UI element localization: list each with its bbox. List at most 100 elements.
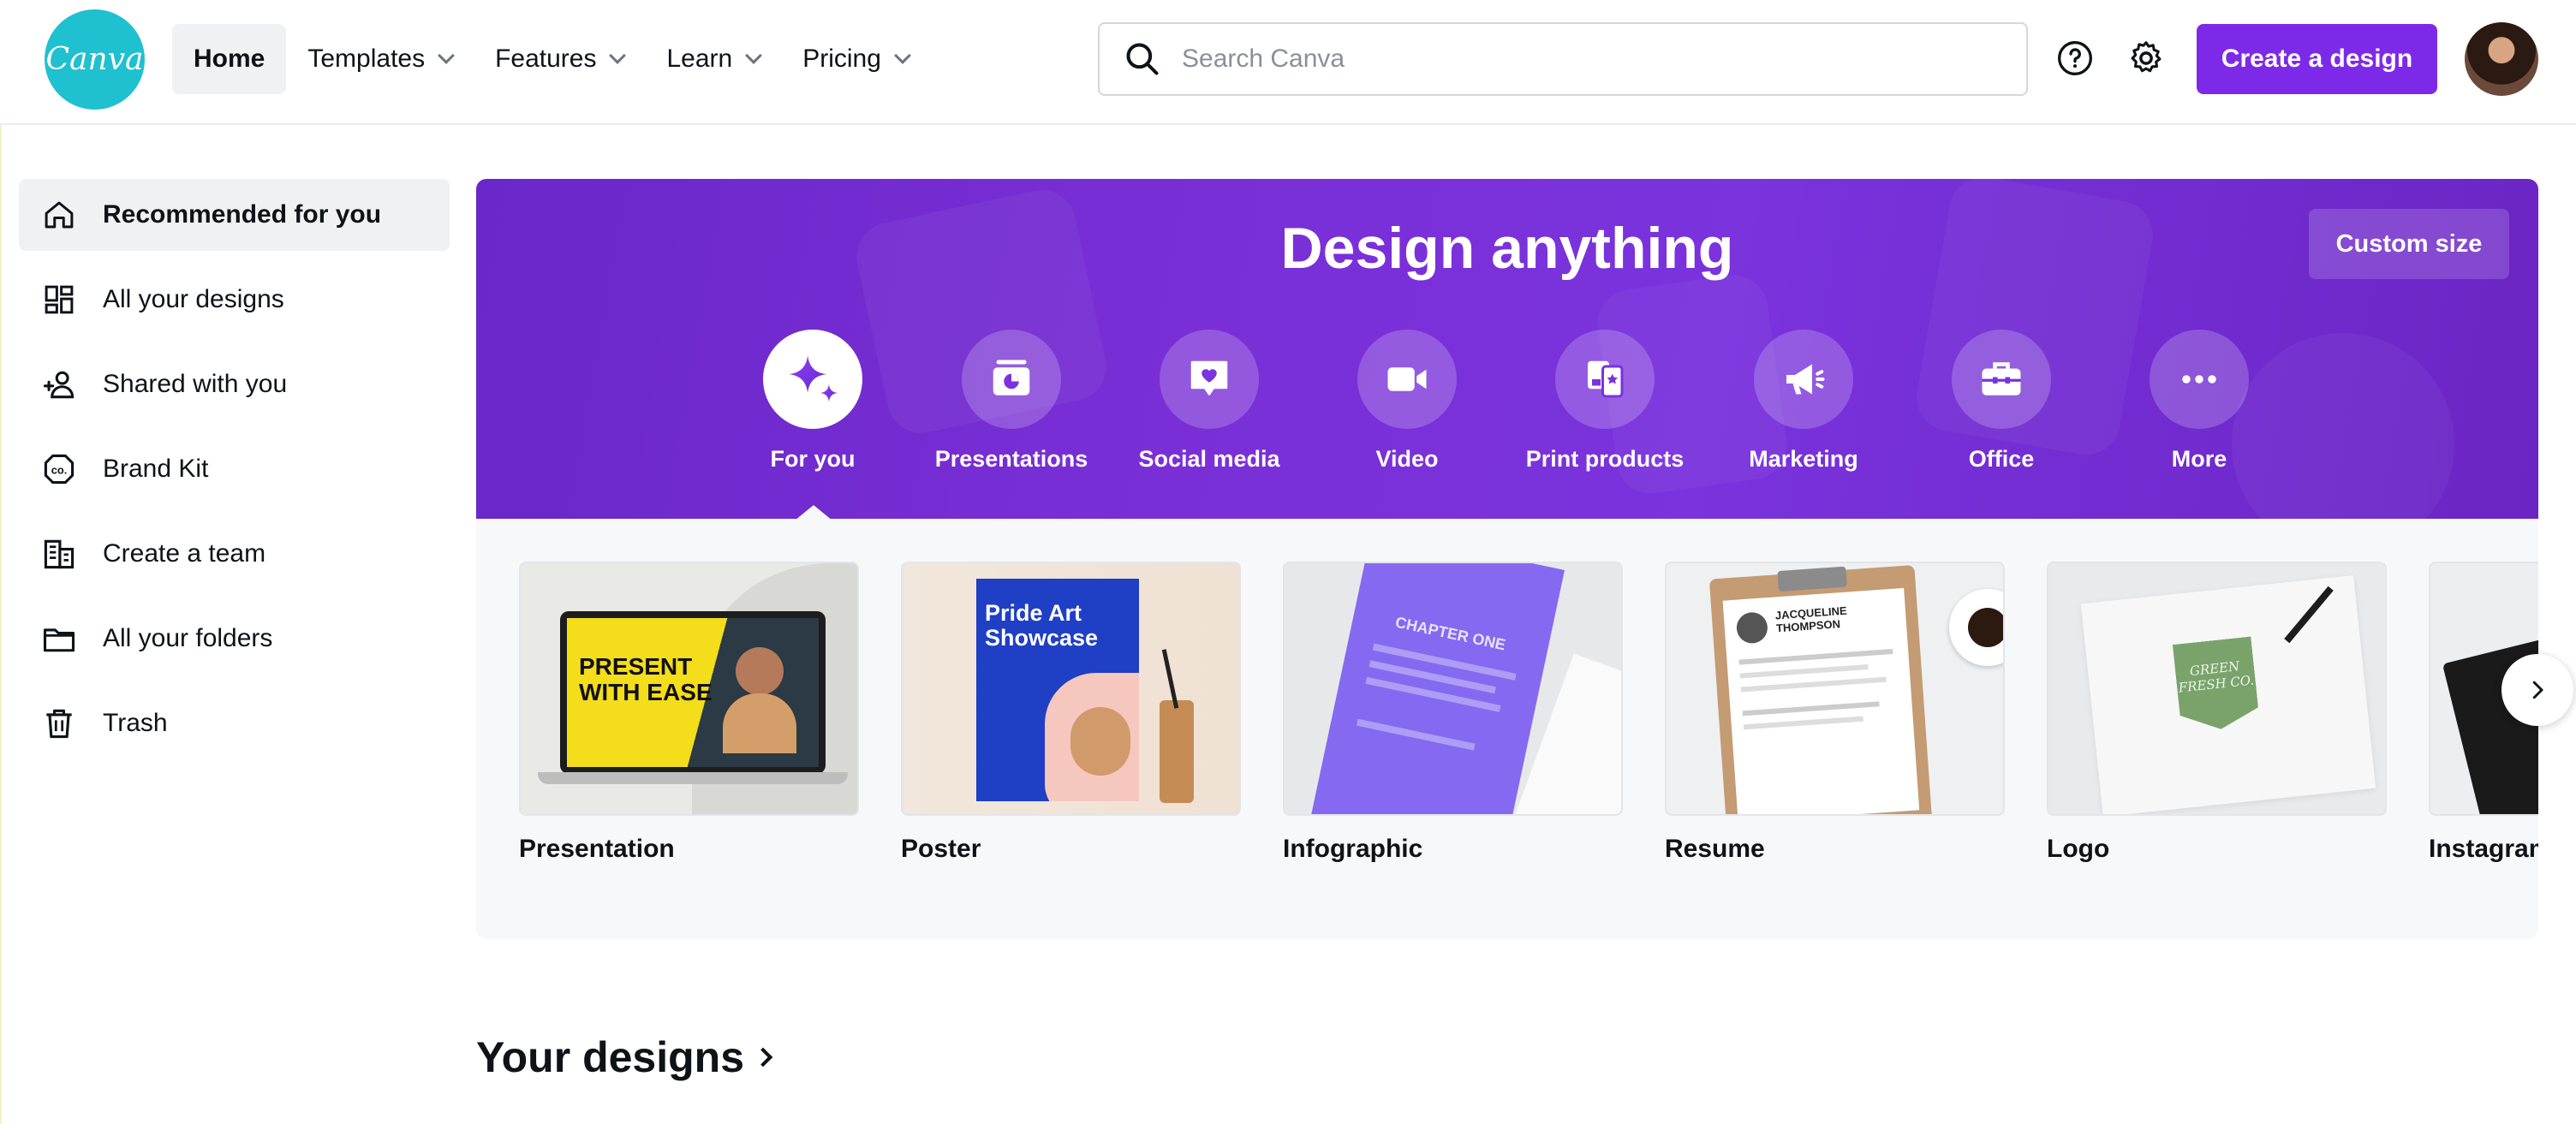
sidebar-item-brand-kit[interactable]: co. Brand Kit <box>19 433 450 505</box>
chevron-down-icon <box>438 47 455 64</box>
text-line <box>1742 701 1880 717</box>
top-navigation-bar: Canva Home Templates Features Learn Pric… <box>0 0 2576 125</box>
sidebar-item-recommended[interactable]: Recommended for you <box>19 179 450 251</box>
template-card-logo[interactable]: GREEN FRESH CO. Logo <box>2047 562 2387 864</box>
category-social-media[interactable]: Social media <box>1124 330 1295 473</box>
template-thumbnail[interactable]: CHAPTER ONE <box>1283 562 1623 816</box>
template-label: Instagram Post <box>2429 835 2538 863</box>
chevron-right-icon <box>2532 681 2543 699</box>
custom-size-button[interactable]: Custom size <box>2309 209 2509 279</box>
category-office[interactable]: Office <box>1916 330 2087 473</box>
template-label: Infographic <box>1283 835 1423 863</box>
category-label: Video <box>1375 446 1439 472</box>
building-icon <box>36 531 82 577</box>
carousel-next-button[interactable] <box>2501 654 2573 726</box>
poster-line-2: Showcase <box>985 625 1099 651</box>
logo-text: Canva <box>45 42 144 77</box>
nav-templates[interactable]: Templates <box>286 24 474 94</box>
nav-home[interactable]: Home <box>172 24 287 94</box>
search-bar[interactable] <box>1098 22 2028 96</box>
nav-learn[interactable]: Learn <box>645 24 781 94</box>
nav-pricing-label: Pricing <box>802 45 881 73</box>
sidebar-item-label: Create a team <box>103 539 266 568</box>
section-title: Your designs <box>476 1033 745 1081</box>
sidebar-item-folders[interactable]: All your folders <box>19 603 450 675</box>
chevron-down-icon <box>894 47 911 64</box>
your-designs-heading[interactable]: Your designs <box>476 1032 773 1082</box>
category-video[interactable]: Video <box>1321 330 1493 473</box>
chevron-down-icon <box>609 47 627 64</box>
template-label: Logo <box>2047 835 2110 863</box>
design-anything-banner: Design anything Custom size For you Pres… <box>476 179 2538 519</box>
nav-pricing[interactable]: Pricing <box>781 24 930 94</box>
category-presentations[interactable]: Presentations <box>926 330 1097 473</box>
print-products-icon <box>1555 330 1655 429</box>
presentation-icon <box>962 330 1061 429</box>
template-thumbnail[interactable]: Pride Art Showcase <box>901 562 1241 816</box>
slide-line-1: PRESENT <box>579 653 693 680</box>
template-thumbnail[interactable]: GREEN FRESH CO. <box>2047 562 2387 816</box>
template-thumbnail[interactable]: JACQUELINE THOMPSON <box>1665 562 2005 816</box>
help-circle-icon[interactable] <box>2053 36 2097 80</box>
presenter-figure <box>736 647 784 695</box>
chevron-right-icon <box>753 1047 773 1068</box>
sparkle-icon <box>763 330 862 429</box>
template-card-poster[interactable]: Pride Art Showcase Poster <box>901 562 1241 864</box>
briefcase-icon <box>1952 330 2051 429</box>
poster-title: Pride Art Showcase <box>985 601 1098 651</box>
home-icon <box>36 192 82 238</box>
resume-photo <box>1735 611 1769 645</box>
category-marketing[interactable]: Marketing <box>1718 330 1889 473</box>
poster-shape <box>1070 707 1130 776</box>
category-more[interactable]: More <box>2114 330 2285 473</box>
resume-name: JACQUELINE THOMPSON <box>1774 604 1848 635</box>
sidebar-item-all-designs[interactable]: All your designs <box>19 264 450 336</box>
brand-kit-icon: co. <box>36 446 82 492</box>
coffee-cup <box>1949 589 2003 666</box>
sidebar-item-trash[interactable]: Trash <box>19 687 450 759</box>
sidebar-item-label: Shared with you <box>103 370 288 398</box>
active-category-indicator <box>795 505 832 520</box>
template-card-presentation[interactable]: PRESENT WITH EASE Presentation <box>519 562 859 864</box>
sidebar-item-label: Trash <box>103 709 168 737</box>
template-card-resume[interactable]: JACQUELINE THOMPSON Resume <box>1665 562 2005 864</box>
sidebar-item-create-team[interactable]: Create a team <box>19 518 450 590</box>
heart-chat-icon <box>1160 330 1259 429</box>
laptop-screen: PRESENT WITH EASE <box>560 611 826 774</box>
folder-icon <box>36 616 82 662</box>
create-design-button[interactable]: Create a design <box>2197 24 2437 94</box>
text-line <box>1743 716 1863 730</box>
text-line <box>1738 648 1893 665</box>
category-for-you[interactable]: For you <box>727 330 898 473</box>
slide-text: PRESENT WITH EASE <box>579 654 713 705</box>
shared-users-icon <box>36 361 82 407</box>
text-line <box>1365 676 1501 712</box>
poster-line-1: Pride Art <box>985 600 1082 626</box>
page-title: Design anything <box>1280 216 1734 281</box>
category-label: More <box>2171 446 2227 472</box>
trash-icon <box>36 700 82 746</box>
sidebar: Recommended for you All your designs Sha… <box>0 125 462 1124</box>
avatar[interactable] <box>2465 22 2538 96</box>
clipboard-clip <box>1777 566 1847 592</box>
sidebar-item-shared[interactable]: Shared with you <box>19 348 450 420</box>
grid-icon <box>36 277 82 323</box>
megaphone-icon <box>1754 330 1853 429</box>
nav-templates-label: Templates <box>307 45 426 73</box>
category-label: Presentations <box>934 446 1088 472</box>
template-thumbnail[interactable]: PRESENT WITH EASE <box>519 562 859 816</box>
text-line <box>1739 664 1869 679</box>
category-label: For you <box>770 446 856 472</box>
category-print-products[interactable]: Print products <box>1519 330 1690 473</box>
search-input[interactable] <box>1182 45 1953 74</box>
text-line <box>1356 718 1476 751</box>
canva-logo[interactable]: Canva <box>45 9 145 110</box>
template-label: Poster <box>901 835 981 863</box>
gear-icon[interactable] <box>2124 36 2168 80</box>
nav-learn-label: Learn <box>666 45 733 73</box>
main-nav: Home Templates Features Learn Pricing <box>172 24 930 94</box>
svg-text:co.: co. <box>51 464 68 477</box>
template-card-infographic[interactable]: CHAPTER ONE Infographic <box>1283 562 1623 864</box>
nav-features[interactable]: Features <box>474 24 645 94</box>
sidebar-item-label: All your folders <box>103 624 273 652</box>
